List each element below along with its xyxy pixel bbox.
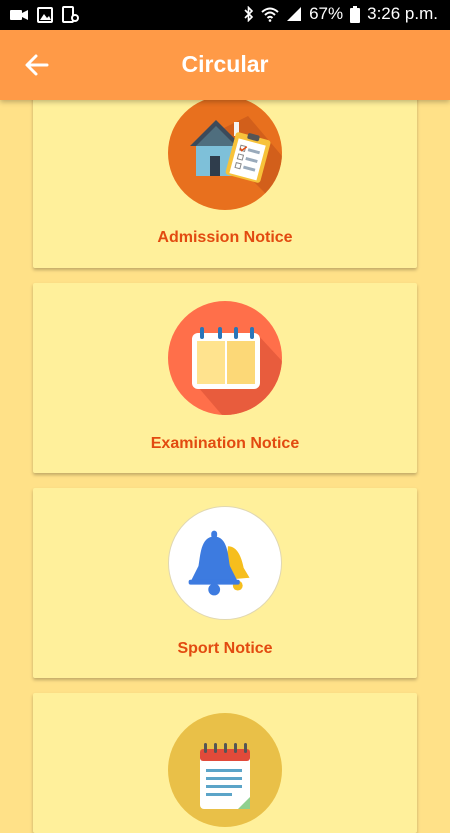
phone-tablet-icon	[62, 6, 79, 23]
notepad-icon	[200, 743, 250, 809]
calendar-icon	[192, 327, 282, 415]
admission-notice-card[interactable]: Admission Notice	[33, 78, 417, 268]
battery-icon	[350, 5, 361, 23]
battery-percent: 67%	[309, 4, 344, 23]
bell-icon	[188, 530, 250, 596]
status-bar: 67% 3:26 p.m.	[0, 0, 450, 30]
examination-icon-circle	[168, 301, 282, 415]
clock: 3:26 p.m.	[367, 4, 438, 23]
school-admission-icon	[190, 116, 282, 210]
image-icon	[37, 6, 53, 23]
wifi-icon	[261, 7, 279, 22]
sport-notice-card[interactable]: Sport Notice	[33, 488, 417, 678]
card-label: Examination Notice	[150, 435, 300, 452]
admission-icon-circle	[168, 96, 282, 210]
bluetooth-icon	[244, 6, 254, 22]
app-bar: Circular	[0, 30, 450, 100]
notepad-icon-circle	[168, 713, 282, 827]
video-camera-icon	[10, 9, 28, 20]
notice-list: Admission Notice Examination Notice Spor…	[0, 0, 450, 833]
examination-notice-card[interactable]: Examination Notice	[33, 283, 417, 473]
page-title: Circular	[181, 51, 269, 77]
signal-icon	[287, 7, 302, 21]
notice-card-4[interactable]	[33, 693, 417, 833]
sport-icon-circle	[168, 506, 282, 620]
card-label: Admission Notice	[157, 229, 293, 246]
card-label: Sport Notice	[177, 640, 273, 657]
